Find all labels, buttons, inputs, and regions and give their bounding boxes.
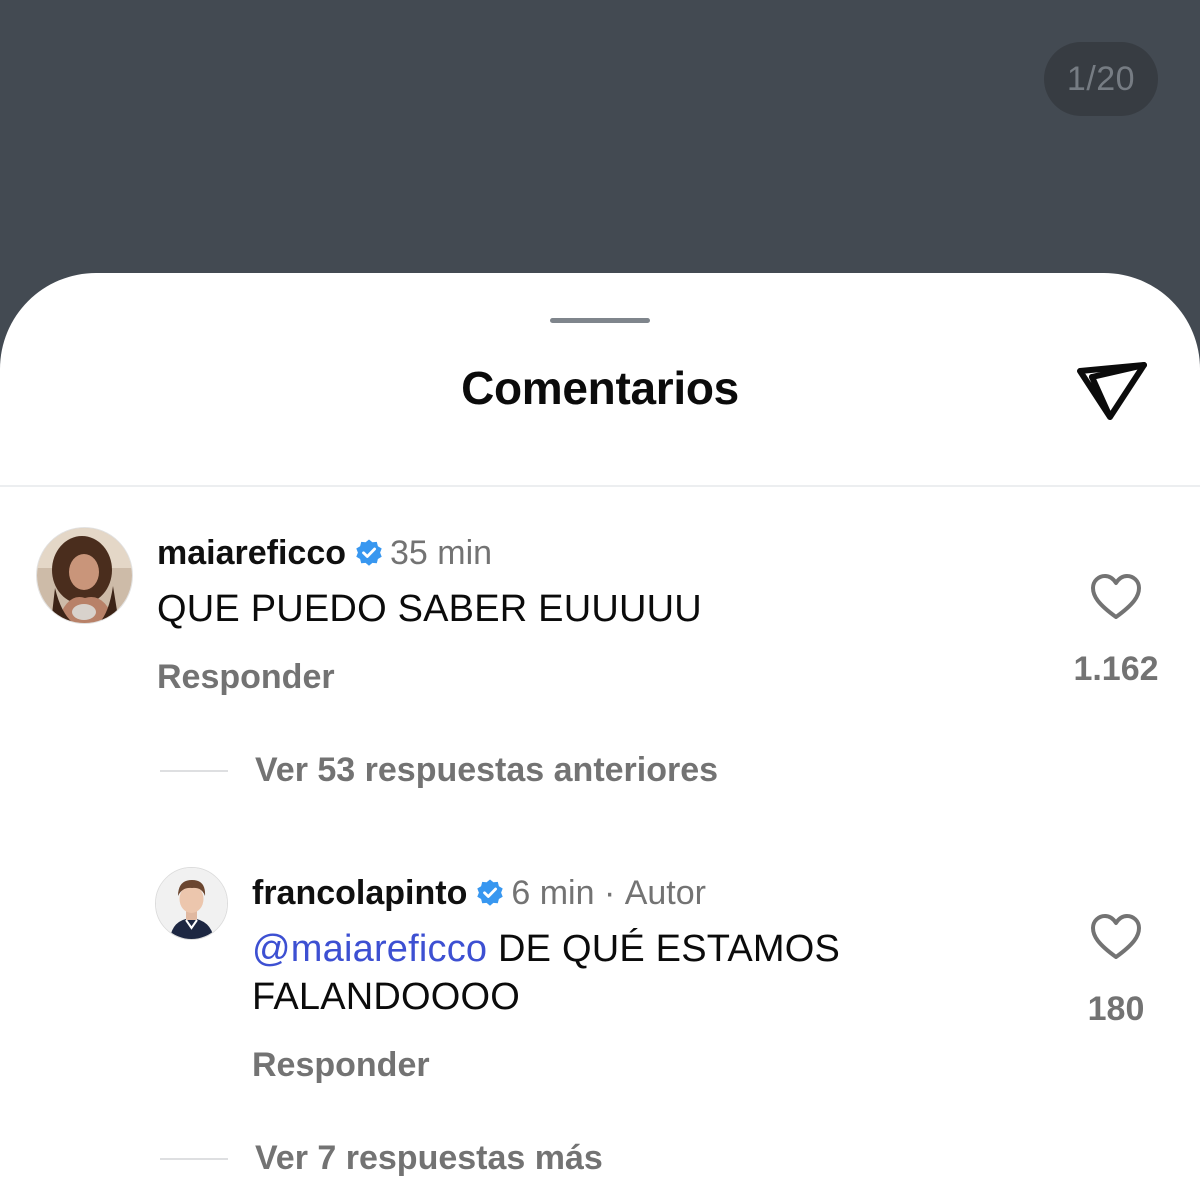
avatar-photo <box>37 528 132 623</box>
like-button[interactable] <box>1090 573 1142 621</box>
share-button[interactable] <box>1074 355 1150 425</box>
verified-badge-icon <box>354 538 384 568</box>
verified-badge-icon <box>475 878 505 908</box>
comment-header: maiareficco 35 min <box>157 531 492 573</box>
sheet-title: Comentarios <box>461 362 739 414</box>
comment-text-line1: DE QUÉ ESTAMOS <box>487 928 841 970</box>
like-button[interactable] <box>1090 913 1142 961</box>
comment-time: 35 min <box>390 534 493 573</box>
header-divider <box>0 485 1200 487</box>
comments-sheet: Comentarios maiareficco 35 min QUE PUEDO … <box>0 273 1200 1197</box>
reply-button[interactable]: Responder <box>157 657 335 697</box>
avatar-photo <box>156 868 227 939</box>
heart-outline-icon <box>1091 574 1141 619</box>
like-count: 1.162 <box>1073 650 1159 688</box>
comment-time: 6 min <box>511 874 595 913</box>
view-more-replies-button[interactable]: Ver 7 respuestas más <box>255 1138 603 1178</box>
comment-header: francolapinto 6 min · Autor <box>252 871 706 913</box>
thread-line <box>160 1158 228 1160</box>
page-indicator: 1/20 <box>1044 42 1158 116</box>
mention-link[interactable]: @maiareficco <box>252 928 487 970</box>
author-label: Autor <box>624 874 706 913</box>
like-count: 180 <box>1087 990 1145 1028</box>
reply-button[interactable]: Responder <box>252 1045 430 1085</box>
avatar[interactable] <box>155 867 228 940</box>
view-previous-replies-button[interactable]: Ver 53 respuestas anteriores <box>255 750 718 790</box>
comment-text-line2: FALANDOOOO <box>252 976 521 1018</box>
drag-handle[interactable] <box>550 318 650 323</box>
username[interactable]: francolapinto <box>252 874 467 912</box>
meta-separator: · <box>603 874 616 913</box>
paper-plane-icon <box>1077 362 1147 420</box>
comment-text: QUE PUEDO SABER EUUUUU <box>157 588 702 630</box>
thread-line <box>160 770 228 772</box>
heart-outline-icon <box>1091 914 1141 959</box>
username[interactable]: maiareficco <box>157 534 346 572</box>
avatar[interactable] <box>36 527 133 624</box>
comment-text: @maiareficco DE QUÉ ESTAMOS FALANDOOOO <box>252 925 1012 1021</box>
